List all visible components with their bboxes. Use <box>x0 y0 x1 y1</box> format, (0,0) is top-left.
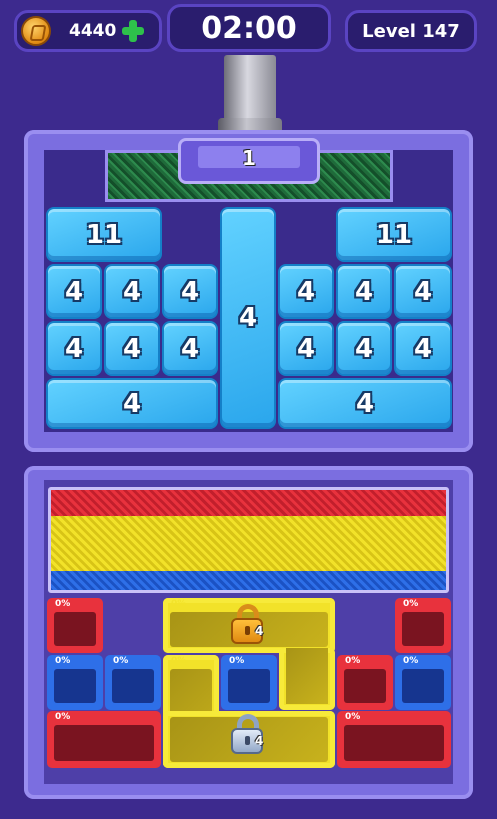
sand-layer-red <box>51 490 446 516</box>
ice-block-4[interactable]: 4 <box>336 264 392 319</box>
ice-block-bottom-right[interactable]: 4 <box>278 378 452 429</box>
blue-container[interactable]: 0% <box>47 655 103 710</box>
ice-block-4[interactable]: 4 <box>336 321 392 376</box>
ice-block-4[interactable]: 4 <box>162 321 218 376</box>
blue-container[interactable]: 0% <box>221 655 277 710</box>
coin-amount: 4440 <box>69 21 117 41</box>
ice-block-11-right[interactable]: 11 <box>336 207 452 262</box>
ice-block-4[interactable]: 4 <box>46 321 102 376</box>
sand-reservoir <box>48 487 449 593</box>
ice-block-4[interactable]: 4 <box>104 321 160 376</box>
timer: 02:00 <box>167 4 331 52</box>
ice-block-4[interactable]: 4 <box>278 321 334 376</box>
level-text: Level 147 <box>362 20 460 42</box>
blue-container[interactable]: 0% <box>105 655 161 710</box>
ice-block-4[interactable]: 4 <box>104 264 160 319</box>
timer-text: 02:00 <box>201 10 297 46</box>
red-container[interactable]: 0% <box>337 711 451 768</box>
padlock-silver-icon: 4 <box>231 714 265 754</box>
red-container[interactable]: 0% <box>337 655 393 710</box>
coin-icon <box>21 16 51 46</box>
level-indicator: Level 147 <box>345 10 477 52</box>
silver-lock-count: 4 <box>255 734 264 748</box>
ice-block-4[interactable]: 4 <box>46 264 102 319</box>
ice-block-4[interactable]: 4 <box>278 264 334 319</box>
coin-counter: 4440 <box>14 10 162 52</box>
red-container[interactable]: 0% <box>47 598 103 653</box>
yellow-container-stem <box>279 648 335 710</box>
blue-container[interactable]: 0% <box>395 655 451 710</box>
padlock-gold-icon: 4 <box>231 604 265 644</box>
gold-lock-count: 4 <box>255 624 264 638</box>
ice-block-4[interactable]: 4 <box>394 264 452 319</box>
ice-block-4[interactable]: 4 <box>394 321 452 376</box>
top-tray-label: 1 <box>242 146 256 170</box>
red-container[interactable]: 0% <box>395 598 451 653</box>
ice-block-tall-center[interactable]: 4 <box>220 207 276 429</box>
sand-layer-blue <box>51 571 446 590</box>
ice-block-4[interactable]: 4 <box>162 264 218 319</box>
sand-layer-yellow <box>51 516 446 571</box>
plus-icon[interactable] <box>122 20 145 42</box>
ice-block-bottom-left[interactable]: 4 <box>46 378 218 429</box>
ice-block-11-left[interactable]: 11 <box>46 207 162 262</box>
red-container[interactable]: 0% <box>47 711 161 768</box>
